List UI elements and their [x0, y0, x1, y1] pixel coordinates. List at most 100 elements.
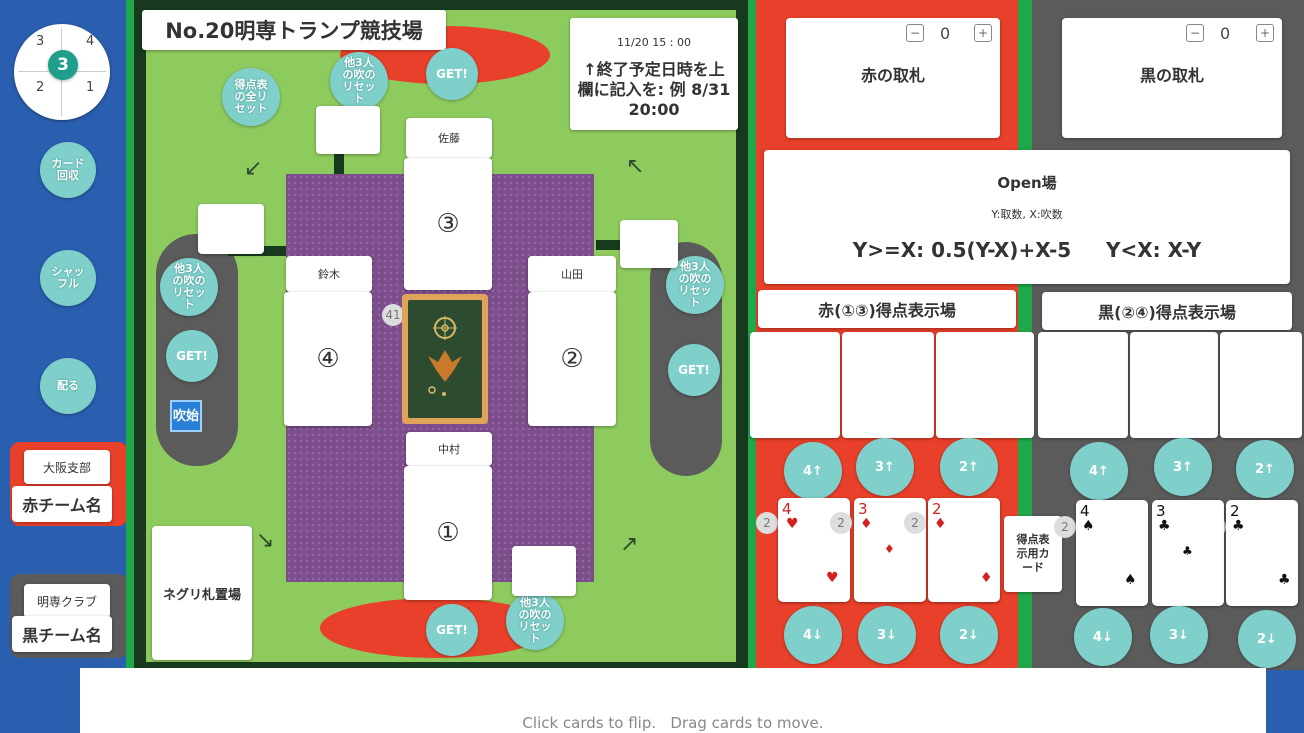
shuffle-label: シャッフル: [51, 265, 85, 290]
get-east-button[interactable]: GET!: [668, 344, 720, 396]
red-team-name-text: 赤チーム名: [22, 496, 102, 515]
black-down-2-label: 2↓: [1257, 631, 1277, 647]
seat-clock[interactable]: 3 4 2 1 3: [14, 24, 110, 120]
red-up-4-button[interactable]: 4↑: [784, 442, 842, 500]
end-date-value[interactable]: 11/20 15 : 00: [570, 36, 738, 49]
get-west-button[interactable]: GET!: [166, 330, 218, 382]
red-down-2-button[interactable]: 2↓: [940, 606, 998, 664]
red-card-3-badge: 2: [904, 512, 926, 534]
black-team-name[interactable]: 黒チーム名: [12, 616, 112, 652]
player-east-name[interactable]: 山田: [528, 256, 616, 292]
black-down-3-button[interactable]: 3↓: [1150, 606, 1208, 664]
player-west-seat-text: ④: [316, 344, 340, 374]
black-score-slot-2[interactable]: [1130, 332, 1218, 438]
black-down-3-label: 3↓: [1169, 627, 1189, 643]
red-card-2-suit-icon: ♦: [860, 516, 873, 532]
get-east-label: GET!: [678, 363, 710, 377]
open-area-legend: Y:取数, X:吹数: [991, 208, 1063, 221]
red-trick-area[interactable]: − 0 + 赤の取札: [786, 18, 1000, 138]
red-up-3-label: 3↑: [875, 459, 895, 475]
collect-cards-button[interactable]: カード回収: [40, 142, 96, 198]
black-up-3-button[interactable]: 3↑: [1154, 438, 1212, 496]
black-down-4-button[interactable]: 4↓: [1074, 608, 1132, 666]
get-south-button[interactable]: GET!: [426, 604, 478, 656]
clock-number-4: 4: [86, 34, 95, 49]
deal-label: 配る: [57, 379, 79, 392]
red-up-3-button[interactable]: 3↑: [856, 438, 914, 496]
shuffle-button[interactable]: シャッフル: [40, 250, 96, 306]
black-up-2-label: 2↑: [1255, 461, 1275, 477]
player-west-name[interactable]: 鈴木: [286, 256, 372, 292]
get-west-label: GET!: [176, 349, 208, 363]
black-team-name-text: 黒チーム名: [22, 626, 102, 645]
red-minus-button[interactable]: −: [906, 24, 924, 42]
deck-count-badge: 41: [382, 304, 404, 326]
end-date-box[interactable]: 11/20 15 : 00 ↑終了予定日時を上欄に記入を: 例 8/31 20:…: [570, 18, 738, 130]
red-card-3[interactable]: 2 ♦ ♦: [928, 498, 1000, 602]
reset-others-east-label: 他3人の吹のリセット: [678, 260, 712, 309]
player-north-seat[interactable]: ③: [404, 158, 492, 290]
black-score-slot-1[interactable]: [1038, 332, 1128, 438]
red-down-2-label: 2↓: [959, 627, 979, 643]
open-area[interactable]: Open場 Y:取数, X:吹数 Y>=X: 0.5(Y-X)+X-5 Y<X:…: [764, 150, 1290, 284]
player-south-name-text: 中村: [438, 443, 460, 456]
black-card-2[interactable]: 3 ♣ ♣: [1152, 500, 1224, 606]
black-card-1-suit-icon: ♠: [1082, 518, 1095, 534]
deck-card-back[interactable]: [402, 294, 488, 424]
reset-all-score-label: 得点表の全リセット: [234, 78, 268, 115]
black-card-1[interactable]: 4 ♠ ♠: [1076, 500, 1148, 606]
red-team-sub-text: 大阪支部: [42, 460, 91, 475]
fuki-start-label: 吹始: [173, 408, 200, 424]
red-up-2-button[interactable]: 2↑: [940, 438, 998, 496]
red-score-slot-3[interactable]: [936, 332, 1034, 438]
clock-number-3: 3: [36, 34, 45, 49]
red-plus-button[interactable]: +: [974, 24, 992, 42]
red-trick-label: 赤の取札: [860, 66, 925, 85]
stub-nw: [334, 154, 344, 176]
red-score-slot-1[interactable]: [750, 332, 840, 438]
player-south-seat-text: ①: [436, 518, 460, 548]
player-north-name[interactable]: 佐藤: [406, 118, 492, 158]
player-south-name[interactable]: 中村: [406, 432, 492, 466]
red-card-1-pip-icon: ♥: [826, 570, 839, 586]
black-plus-button[interactable]: +: [1256, 24, 1274, 42]
blank-card-w[interactable]: [198, 204, 264, 254]
blank-card-nw[interactable]: [316, 106, 380, 154]
black-card-3[interactable]: 2 ♣ ♣: [1226, 500, 1298, 606]
black-up-4-button[interactable]: 4↑: [1070, 442, 1128, 500]
player-west-seat[interactable]: ④: [284, 292, 372, 426]
black-team-sub[interactable]: 明専クラブ: [24, 584, 110, 618]
open-area-title: Open場: [997, 174, 1057, 192]
black-up-2-button[interactable]: 2↑: [1236, 440, 1294, 498]
red-up-4-label: 4↑: [803, 463, 823, 479]
red-down-4-button[interactable]: 4↓: [784, 606, 842, 664]
black-trick-area[interactable]: − 0 + 黒の取札: [1062, 18, 1282, 138]
get-north-button[interactable]: GET!: [426, 48, 478, 100]
black-down-2-button[interactable]: 2↓: [1238, 610, 1296, 668]
deal-button[interactable]: 配る: [40, 358, 96, 414]
black-down-4-label: 4↓: [1093, 629, 1113, 645]
negri-card-area[interactable]: ネグリ札置場: [152, 526, 252, 660]
player-south-seat[interactable]: ①: [404, 466, 492, 600]
current-seat-indicator: 3: [48, 50, 78, 80]
clock-number-1: 1: [86, 80, 95, 95]
reset-others-north-button[interactable]: 他3人の吹のリセット: [330, 52, 388, 110]
red-score-slot-2[interactable]: [842, 332, 934, 438]
red-team-name[interactable]: 赤チーム名: [12, 486, 112, 522]
reset-all-score-button[interactable]: 得点表の全リセット: [222, 68, 280, 126]
reset-others-south-button[interactable]: 他3人の吹のリセット: [506, 592, 564, 650]
reset-others-west-button[interactable]: 他3人の吹のリセット: [160, 258, 218, 316]
player-west-name-text: 鈴木: [318, 268, 340, 281]
reset-others-west-label: 他3人の吹のリセット: [172, 262, 206, 311]
red-team-sub[interactable]: 大阪支部: [24, 450, 110, 484]
black-team-sub-text: 明専クラブ: [36, 594, 97, 609]
player-east-seat[interactable]: ②: [528, 292, 616, 426]
black-minus-button[interactable]: −: [1186, 24, 1204, 42]
player-north-name-text: 佐藤: [438, 132, 460, 145]
deck-emblem-icon: [428, 316, 462, 396]
fuki-start-button[interactable]: 吹始: [170, 400, 202, 432]
blank-card-e[interactable]: [620, 220, 678, 268]
red-down-3-button[interactable]: 3↓: [858, 606, 916, 664]
blank-card-s[interactable]: [512, 546, 576, 596]
black-score-slot-3[interactable]: [1220, 332, 1302, 438]
